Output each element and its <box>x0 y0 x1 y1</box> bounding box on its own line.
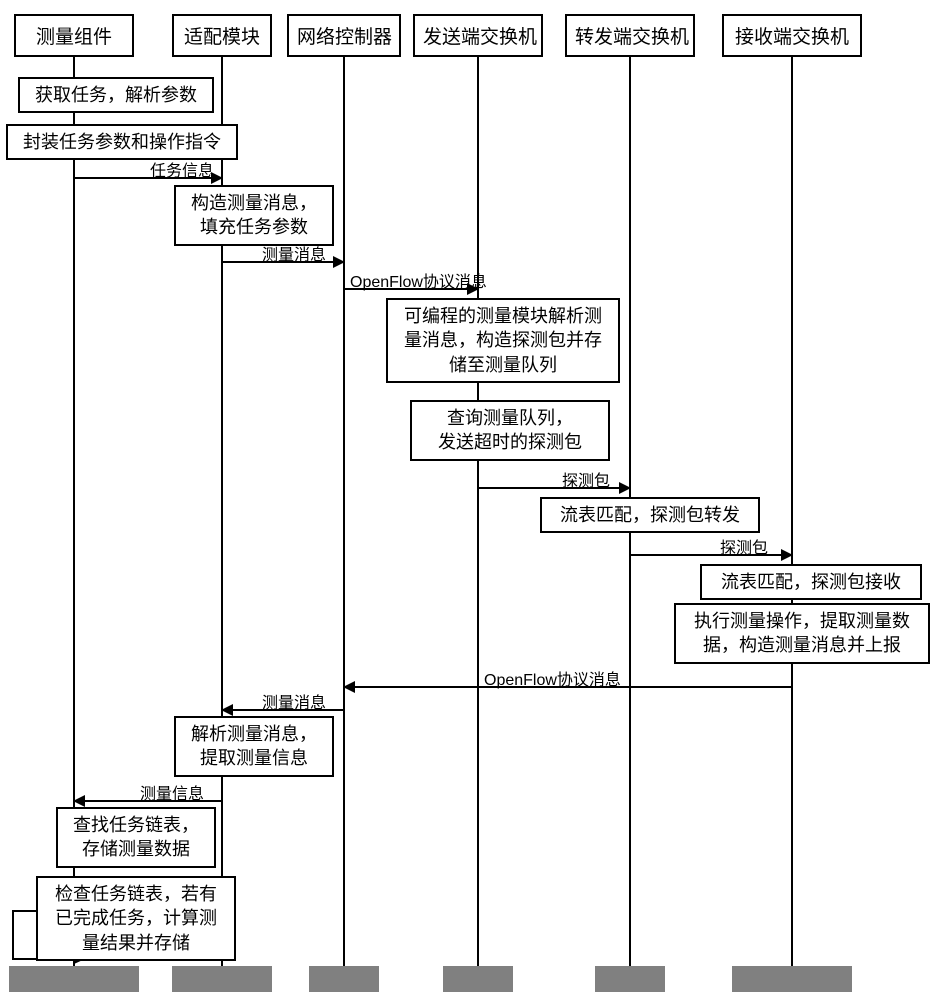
participant-p5: 转发端交换机 <box>565 14 695 57</box>
activity-a2: 封装任务参数和操作指令 <box>6 124 238 160</box>
activity-a9: 解析测量消息，提取测量信息 <box>174 716 334 777</box>
message-label-4: 探测包 <box>720 534 768 558</box>
footer-p6 <box>732 966 852 992</box>
footer-p2 <box>172 966 272 992</box>
message-label-0: 任务信息 <box>150 157 214 181</box>
footer-p3 <box>309 966 379 992</box>
participant-p6: 接收端交换机 <box>722 14 862 57</box>
activity-a10: 查找任务链表，存储测量数据 <box>56 807 216 868</box>
activity-a6: 流表匹配，探测包转发 <box>540 497 760 533</box>
participant-p1: 测量组件 <box>14 14 134 57</box>
activity-a11: 检查任务链表，若有已完成任务，计算测量结果并存储 <box>36 876 236 961</box>
activity-a1: 获取任务，解析参数 <box>18 77 214 113</box>
message-label-6: 测量消息 <box>262 689 326 713</box>
participant-p2: 适配模块 <box>172 14 272 57</box>
activity-a3: 构造测量消息，填充任务参数 <box>174 185 334 246</box>
lifeline-p6 <box>791 52 793 966</box>
lifeline-p4 <box>477 52 479 966</box>
activity-a8: 执行测量操作，提取测量数据，构造测量消息并上报 <box>674 603 930 664</box>
footer-p4 <box>443 966 513 992</box>
participant-p4: 发送端交换机 <box>413 14 543 57</box>
participant-p3: 网络控制器 <box>287 14 401 57</box>
message-label-5: OpenFlow协议消息 <box>484 666 621 690</box>
footer-p5 <box>595 966 665 992</box>
message-label-2: OpenFlow协议消息 <box>350 268 487 292</box>
footer-p1 <box>9 966 139 992</box>
lifeline-p3 <box>343 52 345 966</box>
message-label-7: 测量信息 <box>140 780 204 804</box>
message-label-3: 探测包 <box>562 467 610 491</box>
activity-a7: 流表匹配，探测包接收 <box>700 564 922 600</box>
activity-a4: 可编程的测量模块解析测量消息，构造探测包并存储至测量队列 <box>386 298 620 383</box>
activity-a5: 查询测量队列，发送超时的探测包 <box>410 400 610 461</box>
